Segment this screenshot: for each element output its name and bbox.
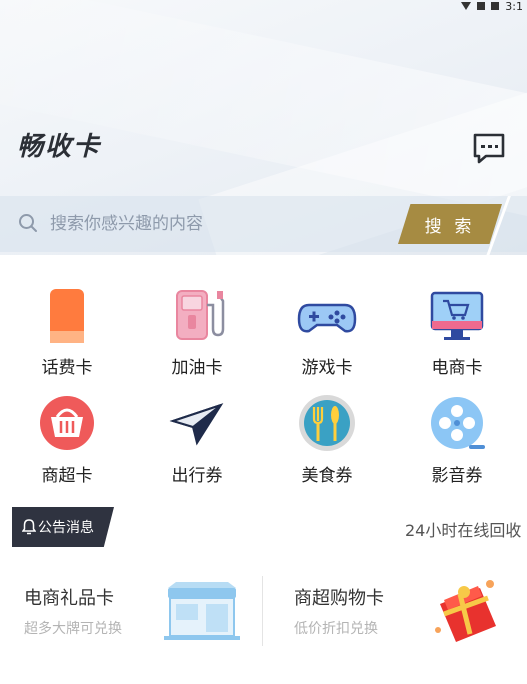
status-bar: 3:1 [461,0,523,13]
search-input[interactable] [48,209,382,239]
card-divider [262,576,263,646]
bell-icon [22,519,36,535]
shopping-basket-icon [40,396,94,450]
page-title: 畅收卡 [17,132,102,162]
category-label: 加油卡 [171,358,223,378]
notice-bar[interactable]: 公告消息 24小时在线回收 [0,505,527,547]
category-label: 话费卡 [41,358,93,378]
promo-card-title: 电商礼品卡 [24,588,114,609]
battery-icon [491,2,500,10]
storefront-illustration [164,582,240,640]
promo-card-title: 商超购物卡 [294,588,384,609]
category-label: 美食券 [301,466,353,486]
category-phone-card[interactable]: 话费卡 [22,285,112,378]
film-reel-icon [431,397,485,449]
category-ecommerce-card[interactable]: 电商卡 [412,285,502,378]
search-bar: 搜 索 [0,196,527,252]
category-media-coupon[interactable]: 影音券 [412,393,502,486]
category-label: 影音券 [431,466,483,486]
notice-tag: 公告消息 [12,507,114,547]
fork-knife-icon [299,395,355,451]
category-supermarket-card[interactable]: 商超卡 [22,393,112,486]
promo-card-ecommerce[interactable]: 电商礼品卡 超多大牌可兑换 [24,558,244,658]
category-travel-coupon[interactable]: 出行券 [152,393,242,486]
paper-plane-icon [169,403,224,446]
promo-cards: 电商礼品卡 超多大牌可兑换 商超购物卡 低价折扣兑换 [0,558,527,668]
category-fuel-card[interactable]: 加油卡 [152,285,242,378]
phone-card-icon [50,289,84,343]
promo-card-supermarket[interactable]: 商超购物卡 低价折扣兑换 [294,558,524,658]
notice-text: 24小时在线回收 [405,521,522,540]
red-gift-box-illustration [435,580,496,642]
wifi-icon [461,2,472,10]
category-game-card[interactable]: 游戏卡 [282,285,372,378]
gamepad-icon [297,303,357,333]
signal-icon [477,2,486,10]
category-label: 电商卡 [431,358,483,378]
fuel-pump-icon [176,290,225,340]
category-label: 游戏卡 [301,358,353,378]
promo-card-subtitle: 低价折扣兑换 [294,621,378,637]
promo-card-subtitle: 超多大牌可兑换 [24,621,122,637]
message-icon[interactable] [472,132,506,164]
status-time: 3:1 [505,0,523,13]
shopping-cart-monitor-icon [430,291,484,340]
search-button[interactable]: 搜 索 [398,204,502,244]
category-food-coupon[interactable]: 美食券 [282,393,372,486]
notice-tag-label: 公告消息 [38,520,94,536]
search-icon [19,214,37,232]
category-label: 出行券 [171,466,223,486]
category-label: 商超卡 [41,466,93,486]
